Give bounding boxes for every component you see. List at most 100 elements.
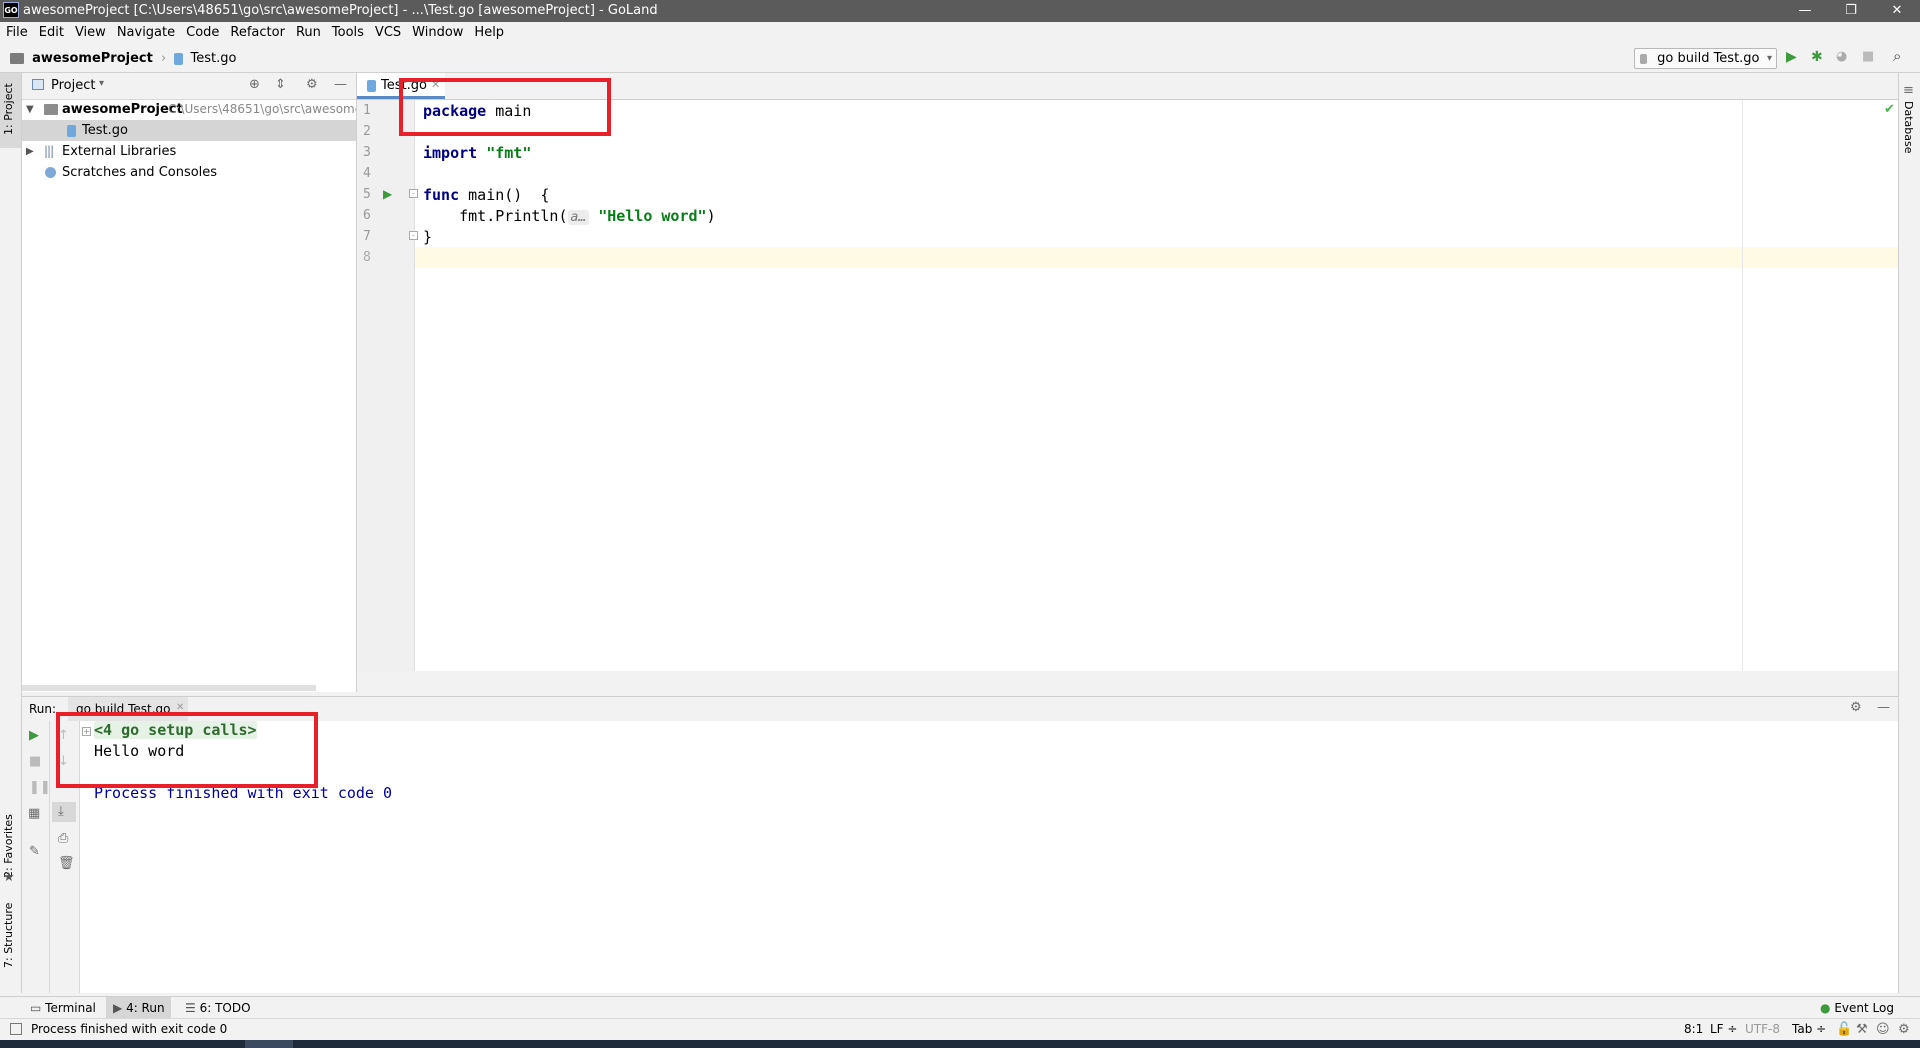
menu-help[interactable]: Help (468, 22, 509, 44)
folder-icon (44, 104, 58, 115)
tree-file-name: Test.go (82, 123, 128, 138)
run-icon: ▶ (113, 1001, 123, 1015)
status-message: Process finished with exit code 0 (31, 1022, 228, 1036)
menu-code[interactable]: Code (180, 22, 224, 44)
tree-project-name: awesomeProject (62, 102, 183, 117)
menu-navigate[interactable]: Navigate (111, 22, 180, 44)
highlight-box-output (56, 712, 318, 788)
title-bar: GO awesomeProject [C:\Users\48651\go\src… (0, 0, 1920, 22)
tab-run[interactable]: ▶ 4: Run (106, 997, 171, 1019)
tree-row-external-libraries[interactable]: ▶ ||| External Libraries (22, 141, 356, 162)
code-line-6: fmt.Println(a… "Hello word") (423, 207, 716, 225)
minimize-icon[interactable]: — (1782, 0, 1828, 22)
menu-view[interactable]: View (69, 22, 111, 44)
menu-vcs[interactable]: VCS (369, 22, 406, 44)
go-file-icon (367, 80, 376, 92)
project-panel-header: Project ▾ ⊕ ⇕ ⚙ — (22, 73, 356, 100)
tab-terminal[interactable]: ▭ Terminal (30, 997, 96, 1019)
os-taskbar (0, 1040, 1920, 1048)
breadcrumb-project[interactable]: awesomeProject (32, 51, 153, 66)
stop-icon[interactable]: ■ (1862, 49, 1874, 64)
menu-window[interactable]: Window (406, 22, 468, 44)
inspector-icon[interactable]: ☺ (1876, 1022, 1890, 1037)
line-number: 5 (363, 187, 371, 202)
menu-run[interactable]: Run (290, 22, 326, 44)
menu-refactor[interactable]: Refactor (224, 22, 290, 44)
tree-row-scratches[interactable]: Scratches and Consoles (22, 162, 356, 183)
library-icon: ||| (44, 144, 54, 158)
event-log-icon: ● (1820, 1001, 1831, 1015)
wrench-icon[interactable]: ⚒ (1856, 1022, 1868, 1037)
toggle-tool-windows-icon[interactable] (10, 1023, 22, 1035)
folder-icon (10, 53, 24, 64)
line-separator[interactable]: LF ÷ (1710, 1022, 1737, 1036)
code-editor[interactable]: 1 2 3 4 5 6 7 8 ▶ - - package main impor… (357, 100, 1898, 671)
project-view-icon (32, 79, 44, 90)
go-file-icon (67, 125, 76, 137)
search-icon[interactable]: ⌕ (1893, 47, 1901, 65)
file-encoding[interactable]: UTF-8 (1745, 1022, 1780, 1036)
stop-icon[interactable]: ■ (29, 754, 41, 769)
menu-file[interactable]: File (0, 22, 33, 44)
run-gutter-icon[interactable]: ▶ (383, 187, 392, 201)
project-panel-title[interactable]: Project (51, 78, 95, 93)
line-number: 1 (363, 103, 371, 118)
tree-row-test-go[interactable]: Test.go (22, 120, 356, 141)
menu-edit[interactable]: Edit (33, 22, 69, 44)
menu-tools[interactable]: Tools (326, 22, 369, 44)
pin-icon[interactable]: ✎ (29, 844, 40, 859)
chevron-right-icon[interactable]: ▶ (26, 141, 34, 162)
project-tool-label[interactable]: 1: Project (2, 83, 15, 135)
coverage-icon[interactable]: ◕ (1836, 49, 1847, 64)
right-tool-strip: ≡ Database (1898, 73, 1920, 993)
taskbar-app[interactable] (245, 1040, 293, 1048)
cursor-position[interactable]: 8:1 (1684, 1022, 1703, 1036)
debug-icon[interactable]: ✱ (1811, 49, 1823, 65)
tree-project-path: C:\Users\48651\go\src\awesomeProject (168, 102, 356, 116)
fold-icon[interactable]: - (409, 231, 418, 240)
tree-label: Scratches and Consoles (62, 165, 218, 180)
window-title: awesomeProject [C:\Users\48651\go\src\aw… (23, 3, 658, 18)
go-config-icon (1640, 53, 1647, 64)
close-icon[interactable]: ✕ (1874, 0, 1920, 22)
structure-tool-label[interactable]: 7: Structure (2, 903, 15, 968)
database-tool-label[interactable]: Database (1902, 101, 1915, 154)
event-log-button[interactable]: ● Event Log (1820, 997, 1894, 1019)
scroll-to-end-toggle[interactable]: ⤓ (52, 802, 76, 822)
hide-icon[interactable]: — (1877, 700, 1890, 715)
go-file-icon (174, 52, 184, 65)
run-icon[interactable]: ▶ (1786, 49, 1797, 65)
scroll-to-end-icon: ⤓ (58, 804, 64, 819)
memory-icon[interactable]: ⚙ (1898, 1022, 1910, 1037)
chevron-down-icon[interactable]: ▾ (99, 78, 104, 89)
tree-row-project[interactable]: ▼ awesomeProject C:\Users\48651\go\src\a… (22, 99, 356, 120)
trash-icon[interactable]: 🗑 (58, 856, 75, 871)
gear-icon[interactable]: ⚙ (306, 77, 318, 92)
collapse-all-icon[interactable]: ⇕ (275, 77, 286, 92)
indent-setting[interactable]: Tab ÷ (1792, 1022, 1826, 1036)
line-number: 6 (363, 208, 371, 223)
layout-icon[interactable]: ▦ (28, 806, 40, 821)
run-toolbar-primary: ▶ ■ ❚❚ ▦ ✎ (22, 721, 51, 993)
hide-icon[interactable]: — (334, 77, 347, 92)
run-console[interactable]: + <4 go setup calls> Hello word Process … (80, 721, 1898, 993)
fold-icon[interactable]: - (409, 189, 418, 198)
highlight-box-package (399, 78, 611, 136)
locate-icon[interactable]: ⊕ (249, 77, 260, 92)
rerun-icon[interactable]: ▶ (29, 728, 39, 743)
gear-icon[interactable]: ⚙ (1850, 700, 1862, 715)
restore-icon[interactable]: ❐ (1828, 0, 1874, 22)
code-line-5: func main() { (423, 186, 550, 204)
breadcrumb-file[interactable]: Test.go (190, 51, 236, 66)
run-config-select[interactable]: go build Test.go ▾ (1634, 48, 1777, 69)
pause-icon[interactable]: ❚❚ (29, 780, 51, 795)
print-icon[interactable]: ⎙ (58, 831, 68, 846)
tree-label: External Libraries (62, 144, 177, 159)
lock-icon[interactable]: 🔓 (1836, 1022, 1852, 1037)
status-bar: Process finished with exit code 0 8:1 LF… (0, 1018, 1920, 1041)
terminal-icon: ▭ (30, 1001, 42, 1015)
horizontal-scrollbar[interactable] (22, 685, 316, 691)
chevron-down-icon[interactable]: ▼ (26, 99, 34, 120)
favorites-tool-label[interactable]: 2: Favorites (2, 814, 15, 878)
tab-todo[interactable]: ☰ 6: TODO (185, 997, 251, 1019)
